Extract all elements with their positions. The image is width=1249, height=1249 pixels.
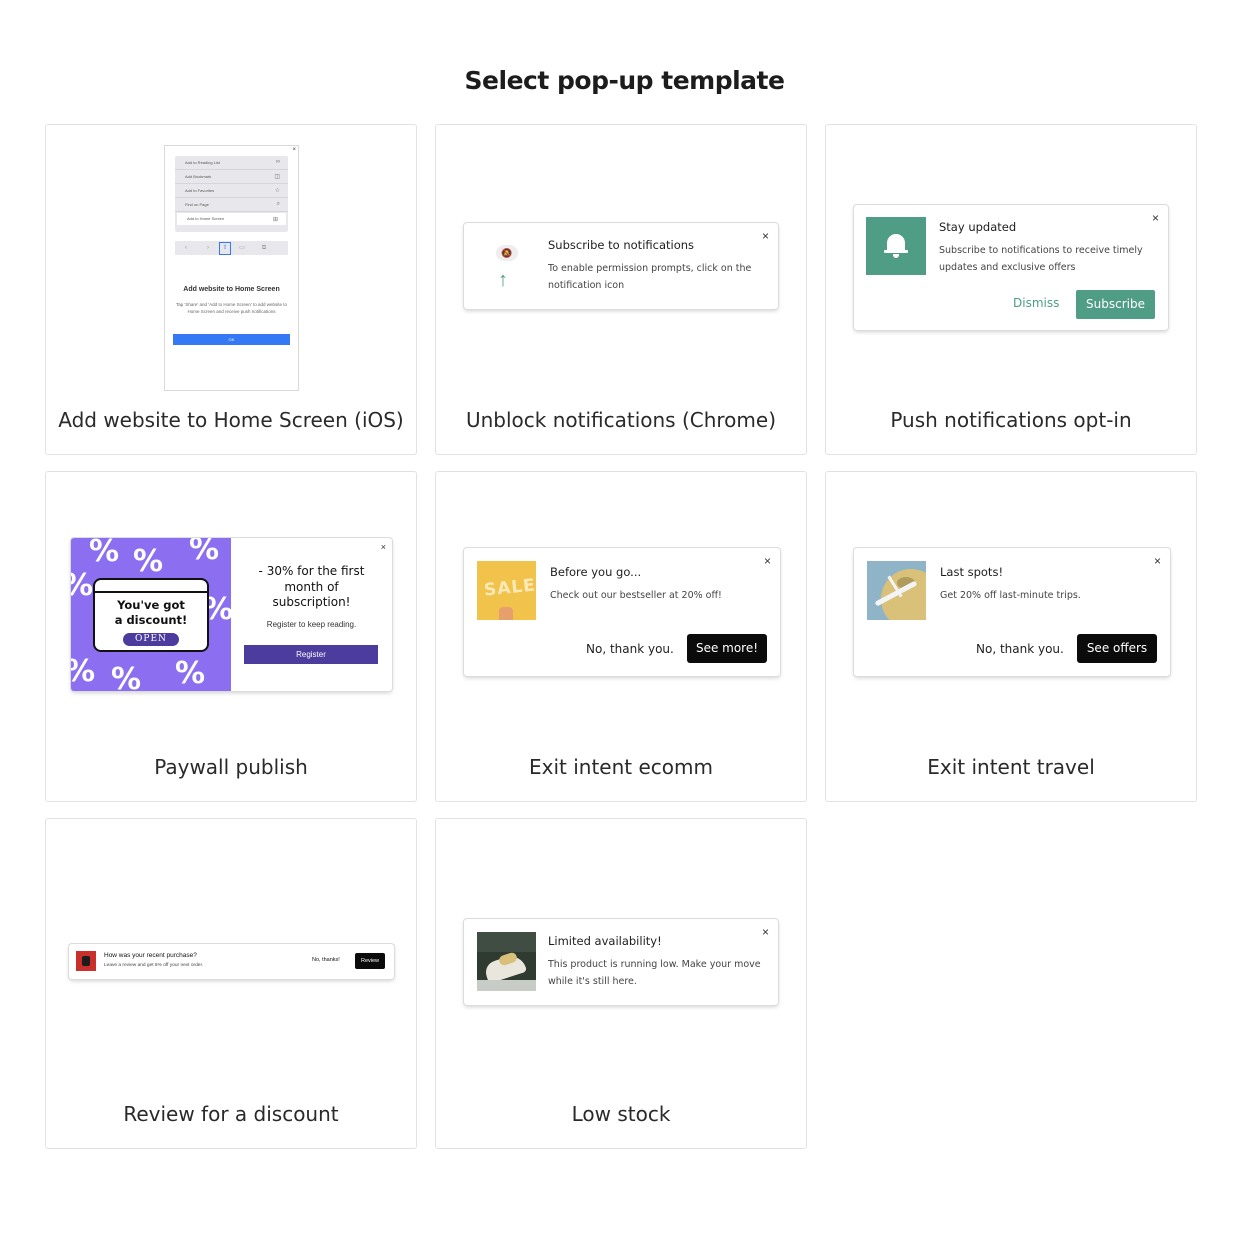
close-icon: × [380, 542, 386, 552]
paywall-preview: × % % % % % % % % You've got a discount!… [71, 538, 392, 691]
menu-item: Find on Page ⌕ [175, 198, 288, 212]
card-label: Paywall publish [154, 755, 308, 779]
chevron-left-icon: ‹ [185, 245, 187, 251]
review-preview: How was your recent purchase? Leave a re… [69, 944, 394, 979]
accept-button: See offers [1077, 634, 1157, 663]
dismiss-button: Dismiss [1013, 296, 1060, 310]
share-icon: ⇧ [219, 242, 231, 255]
paywall-headline: - 30% for the first month of subscriptio… [258, 564, 365, 610]
sneaker-image [477, 932, 536, 991]
preview-body: Leave a review and get 5% off your next … [104, 963, 204, 968]
template-card-push-opt-in[interactable]: × Stay updated Subscribe to notification… [825, 124, 1197, 455]
low-stock-preview: × Limited availability! This product is … [464, 919, 778, 1005]
paywall-subtext: Register to keep reading. [266, 620, 357, 629]
decline-button: No, thank you. [976, 642, 1064, 656]
preview-body: Get 20% off last-minute trips. [940, 590, 1081, 601]
close-icon: × [761, 229, 769, 243]
card-label: Low stock [571, 1102, 671, 1126]
card-label: Exit intent travel [927, 755, 1095, 779]
chevron-right-icon: › [207, 245, 209, 251]
ios-toolbar: ‹ › ⇧ ▭ ⧉ [175, 241, 288, 255]
preview-title: Subscribe to notifications [548, 238, 695, 252]
page-title: Select pop-up template [464, 66, 785, 95]
preview-title: How was your recent purchase? [104, 952, 197, 959]
preview-body: Subscribe to notifications to receive ti… [939, 245, 1143, 273]
template-card-low-stock[interactable]: × Limited availability! This product is … [435, 818, 807, 1149]
decline-button: No, thank you. [586, 642, 674, 656]
template-card-exit-intent-travel[interactable]: × Last spots! Get 20% off last-minute tr… [825, 471, 1197, 802]
card-label: Add website to Home Screen (iOS) [58, 408, 404, 432]
menu-item: Add to Reading List ∞ [175, 156, 288, 170]
card-label: Push notifications opt-in [890, 408, 1132, 432]
airplane-globe-image [867, 561, 926, 620]
menu-item: Add to Favorites ☆ [175, 184, 288, 198]
ok-button: OK [173, 334, 290, 345]
glasses-icon: ∞ [275, 159, 280, 165]
preview-body: This product is running low. Make your m… [548, 959, 761, 987]
ios-share-menu: Add to Reading List ∞ Add Bookmark ◫ Add t… [175, 156, 288, 232]
preview-title: Last spots! [940, 565, 1004, 579]
decline-button: No, thanks! [312, 957, 340, 963]
notification-preview: × Stay updated Subscribe to notification… [854, 205, 1168, 330]
close-icon: × [1153, 554, 1161, 568]
arrow-up-icon: ↑ [498, 269, 508, 291]
star-icon: ☆ [274, 188, 280, 194]
preview-description: Tap 'Share' and 'Add to Home Screen' to … [175, 302, 287, 314]
preview-title: Limited availability! [548, 934, 662, 948]
template-card-unblock-notifications[interactable]: × 🔕 ↑ Subscribe to notifications To enab… [435, 124, 807, 455]
preview-body: To enable permission prompts, click on t… [548, 263, 752, 291]
accept-button: See more! [687, 634, 767, 663]
preview-title: Stay updated [939, 220, 1017, 234]
plus-square-icon: ⊞ [272, 217, 278, 223]
close-icon: × [763, 554, 771, 568]
preview-body: Check out our bestseller at 20% off! [550, 590, 722, 601]
search-icon: ⌕ [276, 201, 280, 207]
close-icon: × [292, 147, 296, 153]
close-icon: × [1151, 211, 1159, 225]
preview-title: Before you go... [550, 565, 642, 579]
preview-title: Add website to Home Screen [183, 286, 280, 293]
notification-preview: × 🔕 ↑ Subscribe to notifications To enab… [464, 223, 778, 309]
ios-preview: × Add to Reading List ∞ Add Bookmark ◫ Add… [164, 145, 299, 391]
bell-off-icon: 🔕 [496, 245, 518, 261]
menu-item: Add Bookmark ◫ [175, 170, 288, 184]
exit-intent-preview: × SALE Before you go... Check out our be… [464, 548, 780, 676]
exit-intent-preview: × Last spots! Get 20% off last-minute tr… [854, 548, 1170, 676]
bell-icon [866, 217, 926, 275]
template-card-ios-home-screen[interactable]: × Add to Reading List ∞ Add Bookmark ◫ Add… [45, 124, 417, 455]
accept-button: Review [355, 953, 385, 969]
product-thumbnail [76, 951, 96, 971]
book-icon: ◫ [274, 174, 280, 180]
subscribe-button: Subscribe [1076, 290, 1155, 319]
register-button: Register [244, 645, 378, 664]
card-label: Exit intent ecomm [529, 755, 713, 779]
menu-item: Add to Home Screen ⊞ [177, 213, 286, 225]
percent-pattern-image: % % % % % % % % You've got a discount! O… [71, 538, 231, 691]
card-label: Review for a discount [123, 1102, 339, 1126]
template-card-review-for-discount[interactable]: How was your recent purchase? Leave a re… [45, 818, 417, 1149]
card-label: Unblock notifications (Chrome) [465, 408, 777, 432]
sale-image: SALE [477, 561, 536, 620]
open-badge: OPEN [123, 633, 179, 646]
book-icon: ▭ [239, 245, 245, 251]
template-card-paywall-publish[interactable]: × % % % % % % % % You've got a discount!… [45, 471, 417, 802]
discount-ticket: You've got a discount! OPEN [93, 578, 209, 652]
template-card-exit-intent-ecomm[interactable]: × SALE Before you go... Check out our be… [435, 471, 807, 802]
close-icon: × [761, 925, 769, 939]
tabs-icon: ⧉ [261, 245, 267, 251]
